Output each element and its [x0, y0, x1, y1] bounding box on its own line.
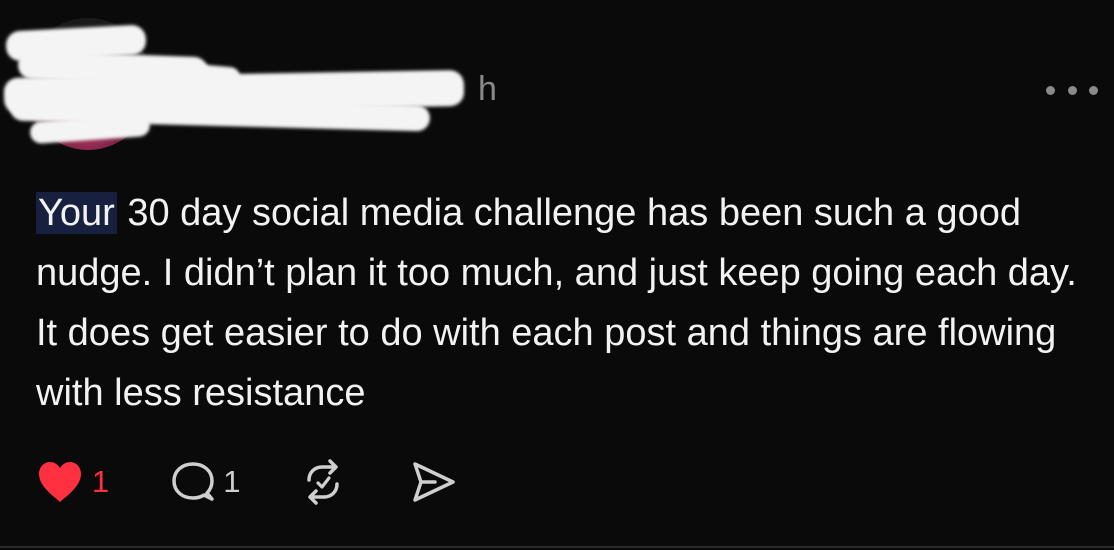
like-button[interactable]: 1: [36, 460, 109, 504]
post-body: Your 30 day social media challenge has b…: [36, 183, 1086, 423]
author-handle[interactable]: h: [478, 70, 498, 109]
threads-post: h Your 30 day social media challenge has…: [0, 0, 1114, 550]
ellipsis-icon: [1046, 85, 1055, 95]
comment-bubble-icon: [171, 460, 215, 504]
repost-button[interactable]: [299, 458, 347, 506]
more-options-button[interactable]: [1046, 80, 1098, 100]
share-button[interactable]: [409, 459, 457, 505]
like-count: 1: [92, 464, 110, 499]
action-bar: 1 1: [36, 456, 457, 508]
heart-icon: [36, 460, 84, 504]
repost-icon: [299, 458, 347, 506]
reply-button[interactable]: 1: [171, 460, 241, 504]
divider: [0, 546, 1114, 548]
send-icon: [409, 459, 457, 505]
post-body-text[interactable]: 30 day social media challenge has been s…: [36, 192, 1077, 414]
reply-count: 1: [223, 464, 241, 499]
ellipsis-icon: [1067, 85, 1077, 95]
ellipsis-icon: [1089, 85, 1098, 95]
selected-text[interactable]: Your: [36, 192, 117, 234]
